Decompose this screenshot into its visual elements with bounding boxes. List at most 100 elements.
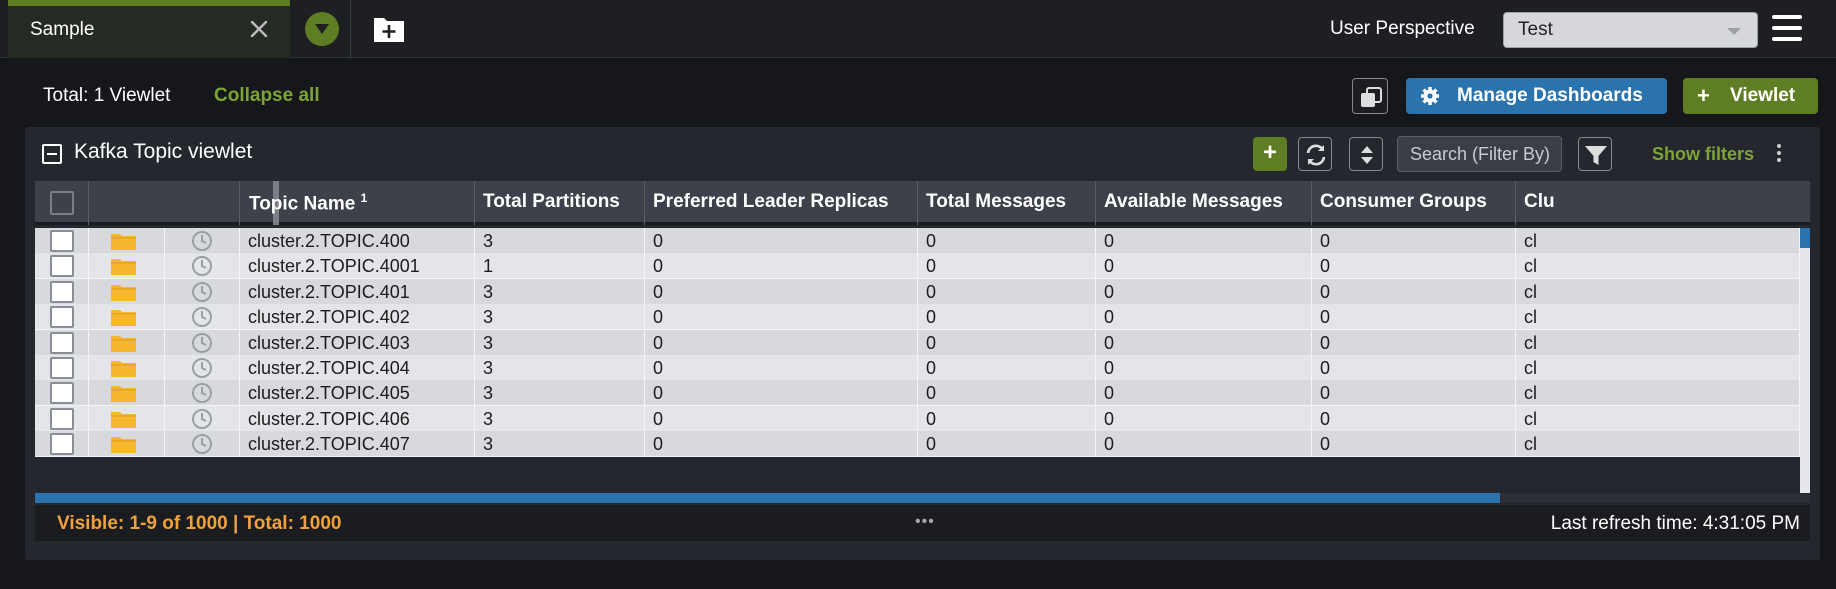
column-header-total-messages[interactable]: Total Messages [918,181,1096,225]
total-messages-cell: 0 [918,355,1096,381]
new-folder-icon[interactable] [372,14,406,44]
table-row[interactable]: cluster.2.TOPIC.404 3 0 0 0 0 cl [35,355,1810,381]
row-history-cell [165,304,240,331]
row-select-cell [35,431,89,458]
manage-dashboards-button[interactable]: Manage Dashboards [1406,78,1667,114]
kebab-icon[interactable] [1777,144,1785,164]
tab-dropdown-button[interactable] [305,12,339,46]
clock-icon[interactable] [191,230,213,252]
row-checkbox[interactable] [50,407,74,430]
folder-icon[interactable] [111,435,136,454]
total-partitions-cell: 3 [475,380,645,407]
table-row[interactable]: cluster.2.TOPIC.401 3 0 0 0 0 cl [35,278,1810,305]
consumer-groups-cell: 0 [1312,431,1516,458]
hamburger-icon[interactable] [1772,15,1802,43]
column-header-label: Preferred Leader Replicas [653,191,889,212]
available-messages-cell: 0 [1096,431,1312,458]
clone-dashboard-button[interactable] [1352,78,1388,114]
row-checkbox[interactable] [50,255,74,278]
vertical-scrollbar[interactable] [1800,228,1810,501]
table-row[interactable]: cluster.2.TOPIC.400 3 0 0 0 0 cl [35,228,1810,254]
consumer-groups-cell: 0 [1312,405,1516,432]
folder-icon[interactable] [111,257,136,276]
row-checkbox[interactable] [50,357,74,379]
tab-sample[interactable]: Sample [8,0,290,58]
topic-name-cell: cluster.2.TOPIC.404 [240,355,475,381]
cluster-cell: cl [1516,278,1800,305]
preferred-leader-replicas-cell: 0 [645,304,918,331]
column-header-cluster[interactable]: Clu [1516,181,1810,225]
horizontal-scrollbar[interactable] [35,493,1810,503]
folder-icon[interactable] [111,410,136,428]
top-bar: Sample User Perspective Test [0,0,1836,58]
chevron-down-icon [1727,28,1741,35]
table-row[interactable]: cluster.2.TOPIC.406 3 0 0 0 0 cl [35,405,1810,432]
perspective-select[interactable]: Test [1503,12,1758,48]
preferred-leader-replicas-cell: 0 [645,329,918,356]
resize-handle[interactable]: ••• [915,513,935,531]
collapse-viewlet-icon[interactable] [42,144,62,164]
folder-icon[interactable] [111,232,136,250]
actions-header [89,181,240,225]
last-refresh-time: Last refresh time: 4:31:05 PM [1550,513,1800,534]
add-viewlet-button[interactable]: + Viewlet [1683,78,1818,114]
refresh-icon [1306,144,1326,166]
topic-name-cell: cluster.2.TOPIC.400 [240,228,475,254]
column-header-total-partitions[interactable]: Total Partitions [475,181,645,225]
topic-name-cell: cluster.2.TOPIC.4001 [240,253,475,280]
folder-icon[interactable] [111,283,136,301]
clock-icon[interactable] [191,357,213,379]
row-history-cell [165,278,240,305]
preferred-leader-replicas-cell: 0 [645,355,918,381]
folder-icon[interactable] [111,384,136,403]
sort-icon [1361,146,1373,164]
manage-dashboards-label: Manage Dashboards [1457,85,1643,106]
preferred-leader-replicas-cell: 0 [645,253,918,280]
row-checkbox[interactable] [50,382,74,405]
row-checkbox[interactable] [50,230,74,252]
clock-icon[interactable] [191,281,213,303]
available-messages-cell: 0 [1096,304,1312,331]
cluster-cell: cl [1516,329,1800,356]
table-row[interactable]: cluster.2.TOPIC.4001 1 0 0 0 0 cl [35,253,1810,280]
column-header-topic-name[interactable]: Topic Name 1 [240,181,475,225]
sort-button[interactable] [1349,137,1383,171]
plus-icon[interactable]: + [1253,137,1287,171]
table-row[interactable]: cluster.2.TOPIC.402 3 0 0 0 0 cl [35,304,1810,331]
row-checkbox[interactable] [50,331,74,354]
show-filters-link[interactable]: Show filters [1652,144,1754,165]
folder-icon[interactable] [111,308,136,327]
column-header-consumer-groups[interactable]: Consumer Groups [1312,181,1516,225]
table-row[interactable]: cluster.2.TOPIC.403 3 0 0 0 0 cl [35,329,1810,356]
row-history-cell [165,355,240,381]
clock-icon[interactable] [191,382,213,404]
table-row[interactable]: cluster.2.TOPIC.405 3 0 0 0 0 cl [35,380,1810,407]
search-input[interactable] [1397,136,1562,172]
chevron-down-icon [315,24,329,34]
row-history-cell [165,431,240,458]
refresh-button[interactable] [1298,137,1332,171]
table-row[interactable]: cluster.2.TOPIC.407 3 0 0 0 0 cl [35,431,1810,458]
clock-icon[interactable] [191,408,213,430]
column-header-available-messages[interactable]: Available Messages [1096,181,1312,225]
clock-icon[interactable] [191,255,213,277]
row-checkbox[interactable] [50,433,74,456]
row-checkbox[interactable] [50,280,74,303]
clock-icon[interactable] [191,433,213,455]
column-header-label: Consumer Groups [1320,191,1487,212]
clock-icon[interactable] [191,332,213,354]
column-header-label: Clu [1524,191,1555,212]
clock-icon[interactable] [191,306,213,328]
available-messages-cell: 0 [1096,329,1312,356]
row-checkbox[interactable] [50,306,74,329]
select-all-checkbox[interactable] [50,191,74,215]
topic-name-cell: cluster.2.TOPIC.401 [240,278,475,305]
collapse-all-link[interactable]: Collapse all [214,85,320,107]
column-header-preferred-leader-replicas[interactable]: Preferred Leader Replicas [645,181,918,225]
folder-icon[interactable] [111,334,136,352]
filter-button[interactable] [1578,137,1612,171]
folder-icon[interactable] [111,359,136,377]
close-icon[interactable] [246,16,272,42]
plus-icon: + [1697,83,1710,108]
total-messages-cell: 0 [918,405,1096,432]
